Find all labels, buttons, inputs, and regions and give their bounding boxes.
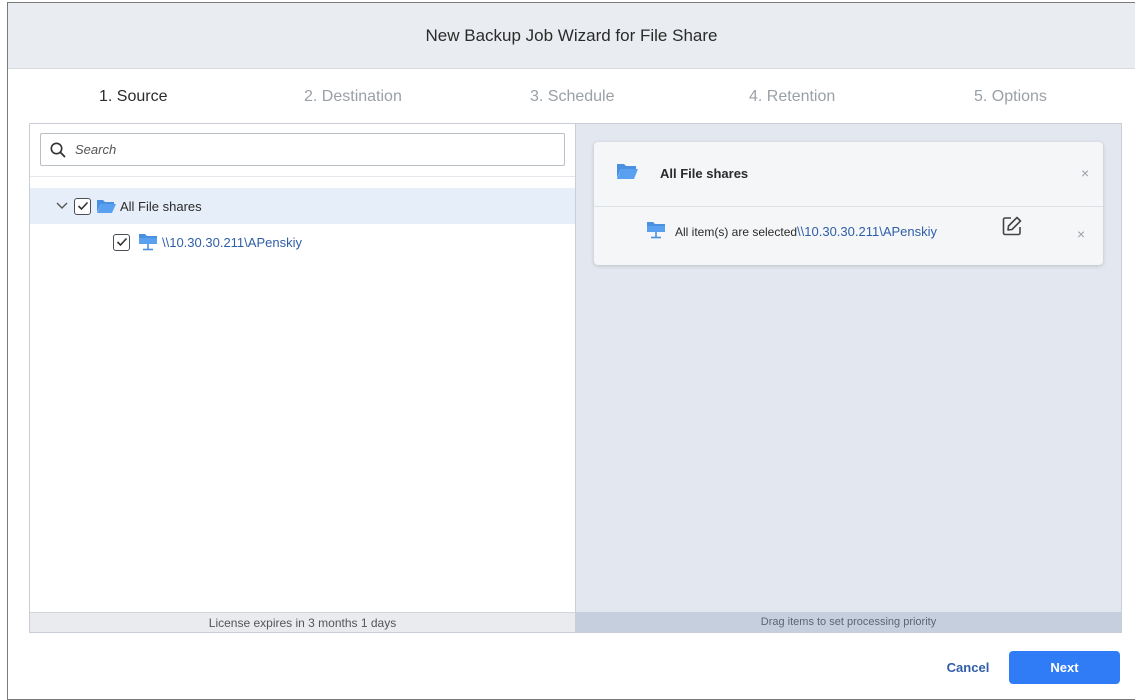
priority-footer: Drag items to set processing priority <box>576 612 1121 632</box>
wizard-window: New Backup Job Wizard for File Share 1. … <box>7 2 1135 700</box>
priority-hint: Drag items to set processing priority <box>760 616 937 628</box>
network-share-icon <box>646 220 666 243</box>
step-options[interactable]: 5. Options <box>974 88 1047 106</box>
folder-open-icon <box>616 162 638 185</box>
checkbox-file-share[interactable] <box>113 233 130 251</box>
step-retention[interactable]: 4. Retention <box>749 88 835 106</box>
search-icon <box>41 142 75 158</box>
remove-item-icon[interactable]: × <box>1077 226 1085 242</box>
folder-open-icon <box>96 198 116 214</box>
step-destination[interactable]: 2. Destination <box>304 88 402 106</box>
close-icon[interactable]: × <box>1081 165 1089 181</box>
cancel-button[interactable]: Cancel <box>938 651 998 683</box>
window-title: New Backup Job Wizard for File Share <box>425 25 718 45</box>
selection-item[interactable]: All item(s) are selected \\10.30.30.211\… <box>646 220 937 243</box>
license-footer: License expires in 3 months 1 days <box>30 612 575 632</box>
inventory-pane: All File shares \\10.30.30.211\APenskiy … <box>29 123 575 633</box>
selection-card-header: All File shares × <box>594 142 1103 206</box>
divider <box>30 176 575 177</box>
network-share-icon <box>138 233 158 251</box>
divider <box>594 206 1103 207</box>
search-box[interactable] <box>40 133 565 166</box>
tree-label-all-file-shares: All File shares <box>120 198 202 214</box>
selected-items-pane: All File shares × All item(s) are select… <box>575 123 1122 633</box>
step-schedule[interactable]: 3. Schedule <box>530 88 615 106</box>
selection-item-path: \\10.30.30.211\APenskiy <box>797 224 938 239</box>
wizard-steps: 1. Source 2. Destination 3. Schedule 4. … <box>8 69 1135 123</box>
next-button[interactable]: Next <box>1009 651 1120 684</box>
selection-card[interactable]: All File shares × All item(s) are select… <box>594 142 1103 265</box>
tree-row-file-share[interactable]: \\10.30.30.211\APenskiy <box>30 224 575 260</box>
title-bar: New Backup Job Wizard for File Share <box>8 3 1135 69</box>
edit-icon[interactable] <box>1002 216 1022 241</box>
checkbox-all-file-shares[interactable] <box>74 197 91 215</box>
search-input[interactable] <box>75 142 545 157</box>
chevron-down-icon[interactable] <box>53 202 71 210</box>
license-text: License expires in 3 months 1 days <box>208 615 397 630</box>
selection-card-title: All File shares <box>660 166 749 181</box>
tree-label-file-share: \\10.30.30.211\APenskiy <box>162 234 302 250</box>
tree-row-all-file-shares[interactable]: All File shares <box>30 188 575 224</box>
selection-item-label: All item(s) are selected <box>675 224 798 239</box>
step-source[interactable]: 1. Source <box>99 88 167 106</box>
